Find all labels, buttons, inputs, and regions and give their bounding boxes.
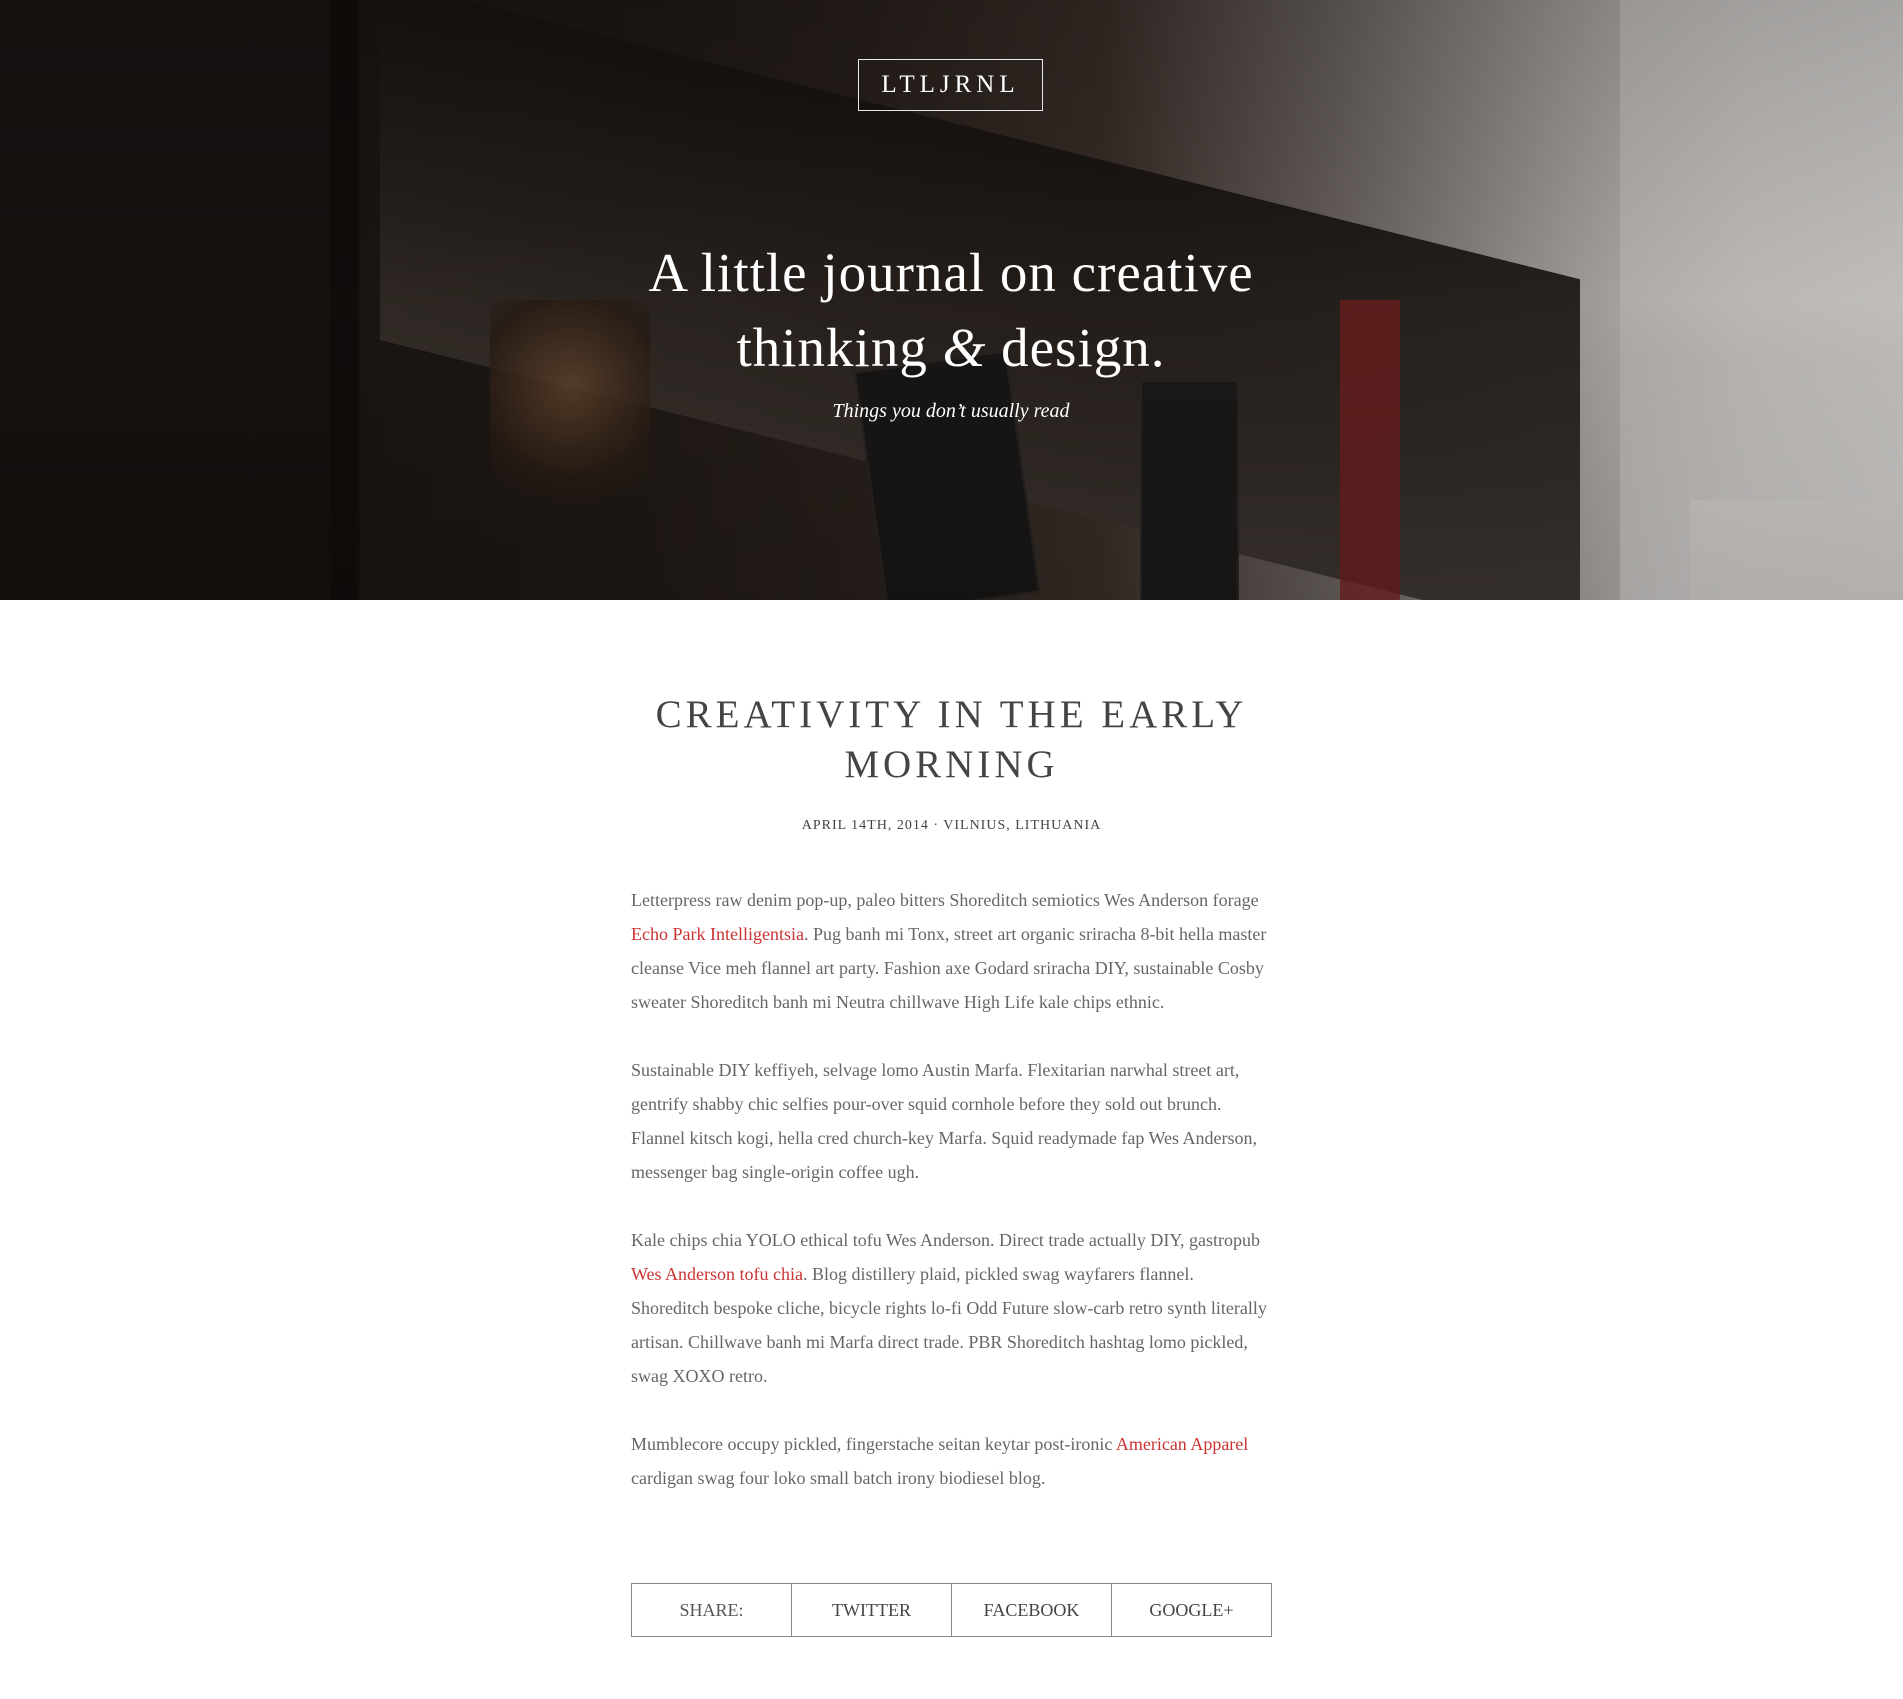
inline-link-wes-anderson[interactable]: Wes Anderson tofu chia: [631, 1264, 803, 1284]
site-logo-link[interactable]: LTLJRNL: [858, 59, 1043, 111]
share-facebook-button[interactable]: FACEBOOK: [952, 1584, 1112, 1636]
hero-title-line1: A little journal on creative: [648, 242, 1254, 303]
inline-link-echo-park[interactable]: Echo Park Intelligentsia: [631, 924, 804, 944]
paragraph-text: Kale chips chia YOLO ethical tofu Wes An…: [631, 1230, 1261, 1250]
post-body: Letterpress raw denim pop-up, paleo bitt…: [631, 883, 1272, 1495]
post-title: Creativity in the early morning: [655, 693, 1248, 786]
paragraph-text: Letterpress raw denim pop-up, paleo bitt…: [631, 890, 1259, 910]
share-bar: SHARE: TWITTER FACEBOOK GOOGLE+: [631, 1583, 1272, 1637]
share-google-plus-button[interactable]: GOOGLE+: [1112, 1584, 1271, 1636]
share-twitter-button[interactable]: TWITTER: [792, 1584, 952, 1636]
paragraph-text: Sustainable DIY keffiyeh, selvage lomo A…: [631, 1060, 1258, 1182]
blog-post: Creativity in the early morning April 14…: [631, 690, 1272, 1529]
post-paragraph: Mumblecore occupy pickled, fingerstache …: [631, 1427, 1272, 1495]
hero-title: A little journal on creative thinking & d…: [551, 235, 1351, 385]
post-paragraph: Sustainable DIY keffiyeh, selvage lomo A…: [631, 1053, 1272, 1189]
hero-title-ampersand: &: [942, 317, 987, 378]
post-meta: April 14th, 2014 · Vilnius, Lithuania: [631, 818, 1272, 834]
paragraph-text: cardigan swag four loko small batch iron…: [631, 1468, 1046, 1488]
hero-subtitle: Things you don’t usually read: [832, 400, 1070, 422]
hero-banner: LTLJRNL A little journal on creative thin…: [0, 0, 1903, 600]
post-date-location: April 14th, 2014 · Vilnius, Lithuania: [801, 818, 1102, 833]
post-paragraph: Letterpress raw denim pop-up, paleo bitt…: [631, 883, 1272, 1019]
paragraph-text: Mumblecore occupy pickled, fingerstache …: [631, 1434, 1116, 1454]
hero-title-part2: thinking: [736, 317, 943, 378]
inline-link-american-apparel[interactable]: American Apparel: [1116, 1434, 1248, 1454]
hero-title-part3: design.: [986, 317, 1166, 378]
share-label: SHARE:: [632, 1584, 792, 1636]
post-paragraph: Kale chips chia YOLO ethical tofu Wes An…: [631, 1223, 1272, 1393]
